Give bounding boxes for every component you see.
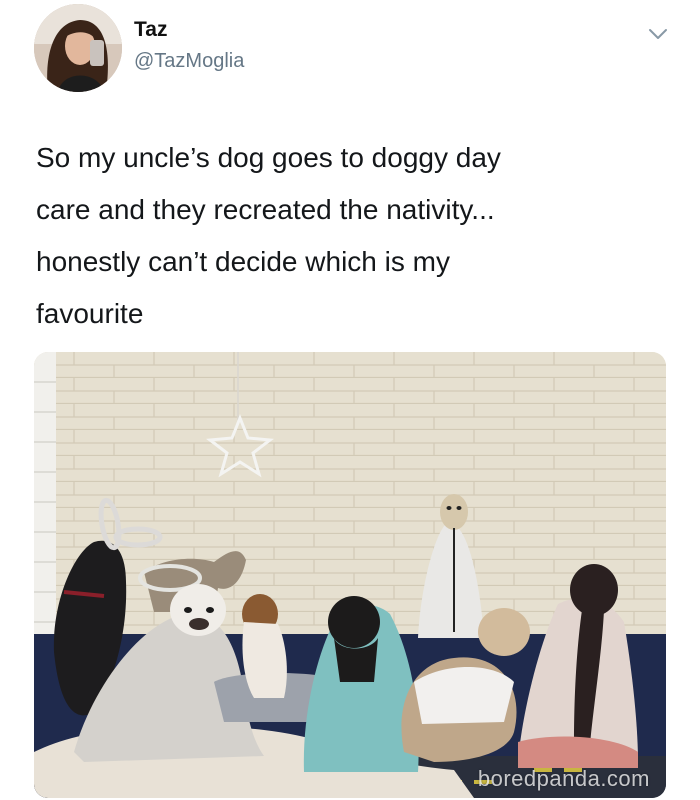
nativity-dogs-photo (34, 352, 666, 798)
chevron-down-icon[interactable] (646, 22, 670, 46)
avatar-image (34, 4, 122, 92)
watermark: boredpanda.com (477, 766, 650, 791)
tweet-photo[interactable]: boredpanda.com (34, 352, 666, 798)
avatar[interactable] (34, 4, 122, 92)
tweet-header: Taz @TazMoglia (0, 0, 700, 110)
tweet-text: So my uncle’s dog goes to doggy day care… (36, 142, 501, 329)
author-handle[interactable]: @TazMoglia (134, 50, 244, 73)
author-name[interactable]: Taz (134, 18, 167, 42)
